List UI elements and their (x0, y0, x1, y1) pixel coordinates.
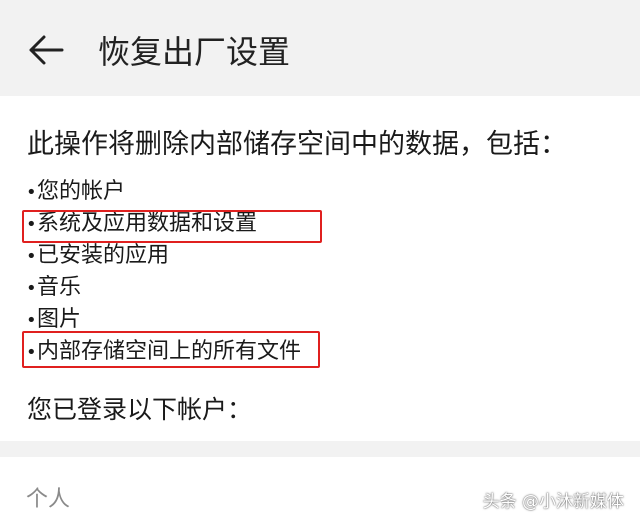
list-item-label: 您的帐户 (37, 179, 126, 204)
watermark: 头条 @小沐新媒体 (482, 492, 624, 512)
app-bar: 恢复出厂设置 (0, 0, 640, 96)
intro-text: 此操作将删除内部储存空间中的数据，包括： (27, 129, 567, 160)
bullet: • (26, 182, 37, 203)
bullet: • (26, 246, 37, 267)
list-item: •您的帐户 (26, 176, 301, 208)
page-title: 恢复出厂设置 (98, 33, 291, 71)
list-item-label: 已安装的应用 (37, 243, 170, 268)
section-divider (0, 441, 640, 457)
list-item: •已安装的应用 (26, 240, 301, 272)
list-item-label: 图片 (37, 307, 82, 332)
list-item-label: 音乐 (37, 275, 82, 300)
highlight-box (22, 331, 320, 368)
list-item: •音乐 (26, 272, 301, 304)
back-button[interactable] (18, 26, 74, 78)
content-area: 此操作将删除内部储存空间中的数据，包括： •您的帐户 •系统及应用数据和设置 •… (0, 96, 640, 440)
arrow-left-icon (28, 34, 64, 70)
accounts-label: 您已登录以下帐户： (27, 395, 253, 424)
highlight-box (22, 210, 322, 243)
personal-section: 个人 头条 @小沐新媒体 (0, 457, 640, 532)
bullet: • (26, 278, 37, 299)
personal-label: 个人 (26, 487, 71, 512)
